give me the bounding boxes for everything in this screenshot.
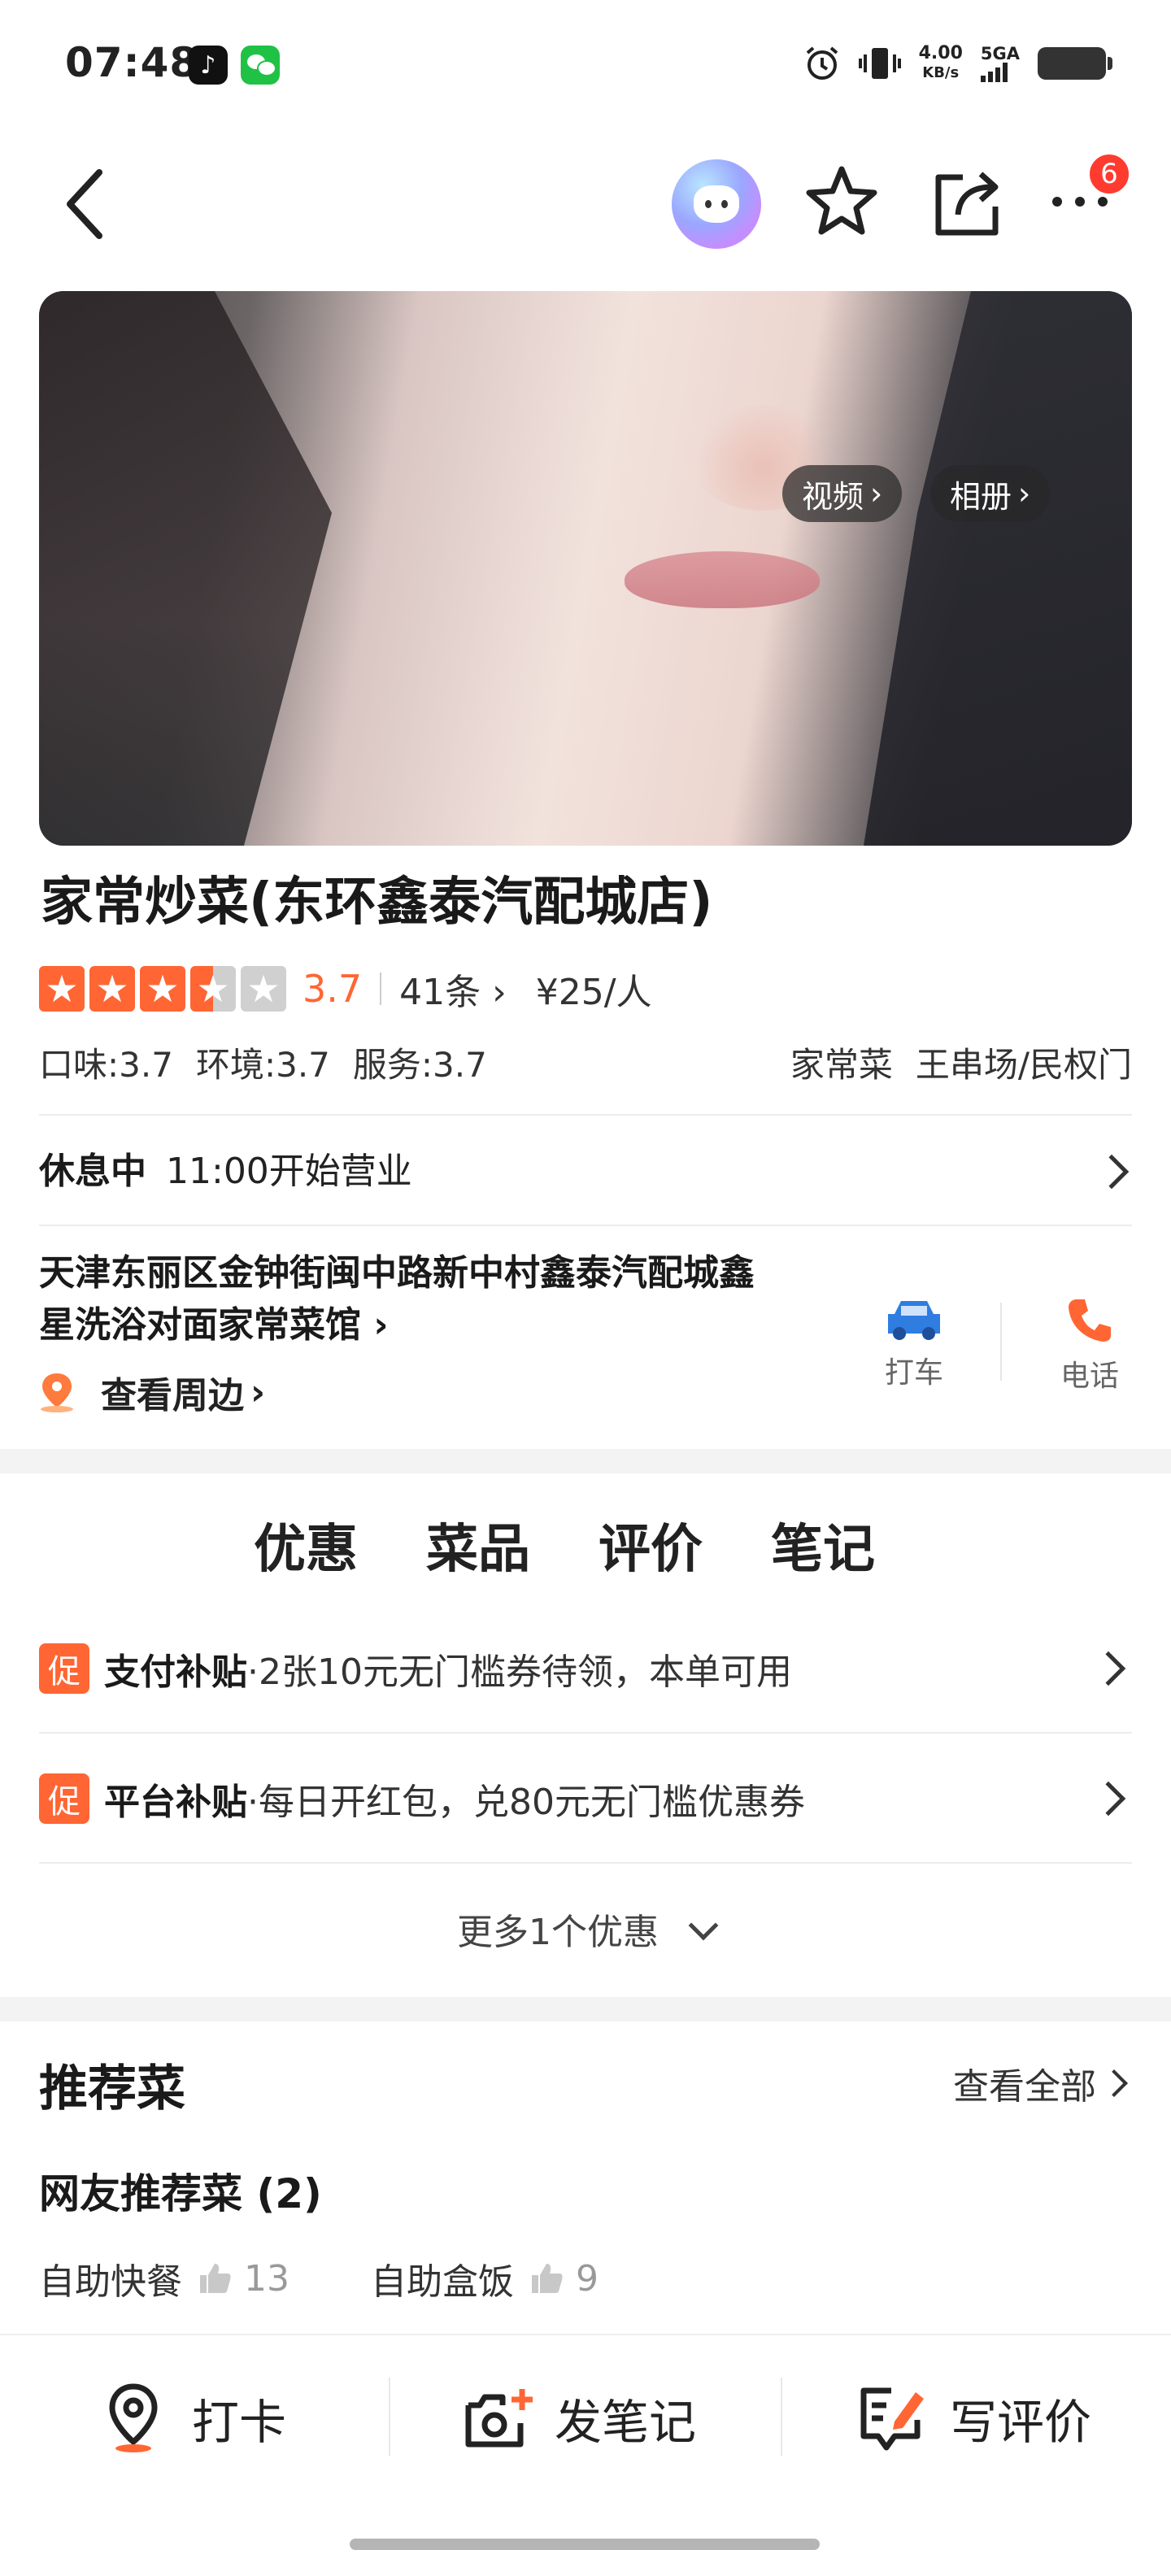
alarm-icon [806,46,838,80]
promo-title: 支付补贴 [104,1651,247,1693]
promo-tag: 促 [39,1643,89,1694]
promo-description: ·每日开红包，兑80元无门槛优惠券 [247,1782,805,1823]
opening-time: 11:00开始营业 [166,1151,412,1192]
promo-description: ·2张10元无门槛券待领，本单可用 [247,1651,792,1693]
area-tag[interactable]: 王串场/民权门 [916,1038,1132,1087]
write-review-button[interactable]: 写评价 [859,2378,1091,2459]
thumbs-up-icon [532,2264,563,2293]
star-icon [89,966,135,1012]
chevron-right-icon[interactable] [1094,1154,1130,1190]
status-indicators: 4.00 KB/s 5GA [803,41,1112,86]
star-icon [140,966,185,1012]
ai-assistant-mascot-icon[interactable] [672,159,761,249]
camera-plus-icon [465,2389,533,2448]
business-hours-row[interactable]: 休息中 11:00开始营业 [39,1142,412,1194]
back-arrow-icon[interactable] [62,168,107,241]
chevron-right-icon [1100,2069,1128,2097]
half-star-icon [190,966,236,1012]
edit-review-icon [860,2387,924,2451]
share-icon[interactable] [930,166,1005,239]
divider [39,1114,1132,1116]
phone-icon [1069,1299,1111,1342]
price-per-person: ¥25/人 [535,972,652,1013]
view-all-link[interactable]: 查看全部 [953,2057,1128,2109]
chevron-right-icon [1090,1651,1126,1686]
divider [389,2378,390,2456]
rating-score: 3.7 [303,967,363,1011]
shop-title: 家常炒菜(东环鑫泰汽配城店) [41,872,713,933]
taxi-button[interactable]: 打车 [857,1296,971,1391]
video-button[interactable]: 视频 › [782,465,903,522]
view-nearby-link[interactable]: 查看周边 › [39,1366,265,1418]
netizen-recommended-title: 网友推荐菜 (2) [39,2170,322,2217]
favorite-star-icon[interactable] [805,164,878,237]
promo-item-platform-subsidy[interactable]: 促 平台补贴 ·每日开红包，兑80元无门槛优惠券 [39,1734,1132,1864]
tab-notes[interactable]: 笔记 [771,1508,875,1582]
shop-tags: 家常菜 王串场/民权门 [790,1038,1132,1087]
business-status: 休息中 [39,1151,146,1192]
home-indicator[interactable] [350,2539,820,2550]
recommended-dishes-title: 推荐菜 [39,2060,185,2117]
promo-tag: 促 [39,1773,89,1824]
status-time: 07:48 [65,39,199,86]
divider [781,2378,782,2456]
section-separator [0,1449,1171,1473]
chevron-right-icon [1090,1781,1126,1816]
empty-star-icon [241,966,286,1012]
dish-name: 自助盒饭 [371,2261,514,2303]
album-button[interactable]: 相册 › [930,465,1051,522]
divider [39,1225,1132,1226]
service-score: 服务:3.7 [352,1045,487,1085]
net-speed: 4.00 KB/s [918,43,963,82]
thumbs-up-icon [200,2264,231,2293]
tab-reviews[interactable]: 评价 [599,1508,703,1582]
shop-address[interactable]: 天津东丽区金钟街闽中路新中村鑫泰汽配城鑫 星洗浴对面家常菜馆 › [39,1247,852,1351]
cellular-signal-icon: 5GA [980,45,1020,82]
notification-badge: 6 [1086,151,1132,197]
dish-likes: 13 [244,2257,289,2300]
vibrate-icon [858,48,901,79]
promo-title: 平台补贴 [104,1782,247,1823]
tab-offers[interactable]: 优惠 [249,1508,363,1582]
rating-row: 3.7 41条 › ¥25/人 [39,963,652,1015]
location-pin-icon [109,2383,158,2452]
content-tabs: 优惠 菜品 评价 笔记 [249,1508,875,1582]
checkin-button[interactable]: 打卡 [102,2378,286,2459]
taste-score: 口味:3.7 [39,1045,173,1085]
sub-scores: 口味:3.7 环境:3.7 服务:3.7 [39,1038,487,1087]
location-pin-icon [41,1373,73,1412]
environment-score: 环境:3.7 [195,1045,330,1085]
section-separator [0,1997,1171,2021]
divider [39,1862,1132,1864]
dish-item[interactable]: 自助盒饭 9 [371,2252,599,2304]
star-icon [39,966,85,1012]
reviews-count-link[interactable]: 41条 › [399,963,507,1015]
dish-name: 自助快餐 [39,2261,182,2303]
tiktok-icon: ♪ [189,46,228,85]
divider [1000,1303,1002,1381]
battery-icon [1038,47,1112,80]
tab-dishes[interactable]: 菜品 [426,1508,530,1582]
more-offers-toggle[interactable]: 更多1个优惠 [0,1903,1171,1955]
chevron-down-icon [688,1910,719,1941]
shop-hero-image[interactable] [39,291,1132,846]
post-note-button[interactable]: 发笔记 [464,2378,696,2459]
wechat-icon [241,46,280,85]
divider [380,973,382,1005]
promo-item-payment-subsidy[interactable]: 促 支付补贴 ·2张10元无门槛券待领，本单可用 [39,1603,1132,1734]
category-tag[interactable]: 家常菜 [790,1038,893,1087]
dish-item[interactable]: 自助快餐 13 [39,2252,289,2304]
car-icon [888,1301,940,1340]
dish-likes: 9 [576,2257,599,2300]
phone-button[interactable]: 电话 [1033,1296,1147,1395]
